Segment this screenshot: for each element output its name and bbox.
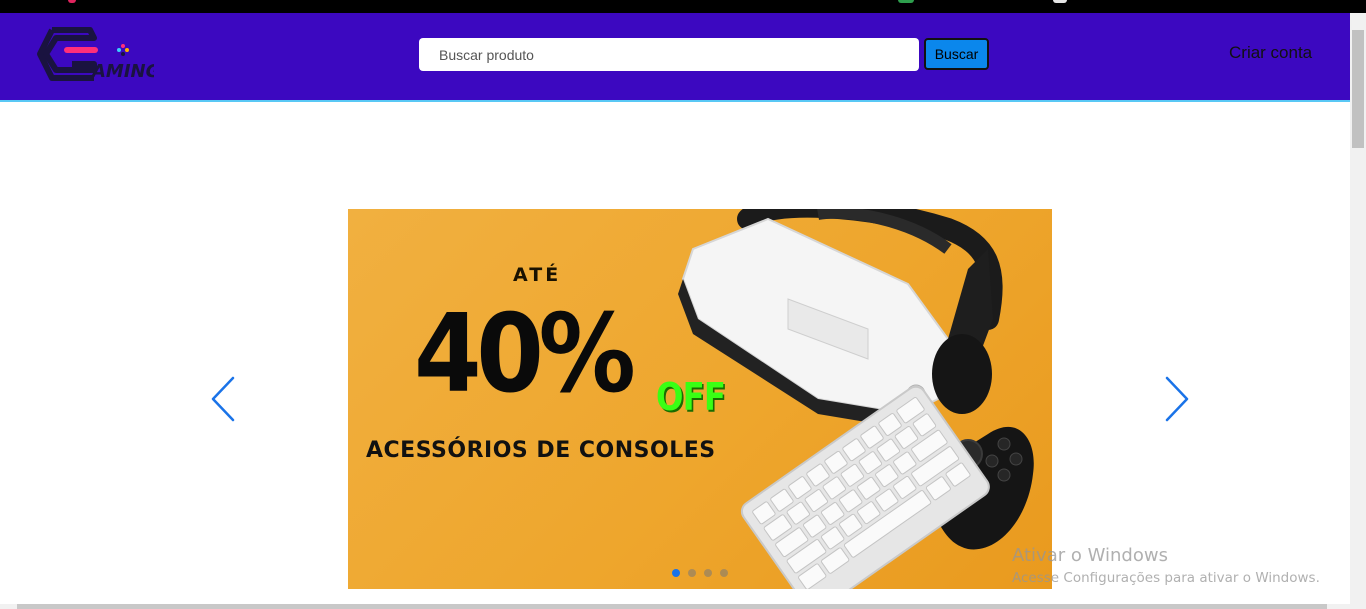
horizontal-scrollbar[interactable] — [0, 604, 1350, 609]
logo-pink-bar — [64, 47, 98, 53]
create-account-link[interactable]: Criar conta — [1229, 43, 1312, 63]
gamepad-button-2 — [1009, 452, 1023, 466]
banner-prefix: ATÉ — [513, 264, 562, 286]
site-header: AMING Buscar Criar conta — [0, 13, 1350, 102]
watermark-subtitle: Acesse Configurações para ativar o Windo… — [1012, 570, 1320, 586]
gamepad-button-3 — [985, 454, 999, 468]
logo-dot-pink — [121, 44, 125, 48]
vertical-scrollbar-thumb[interactable] — [1352, 30, 1364, 148]
banner-discount: 40% — [414, 292, 636, 417]
tab-indicator-red — [68, 0, 76, 3]
carousel-indicators — [672, 569, 728, 577]
vertical-scrollbar[interactable] — [1350, 13, 1366, 609]
banner-subtitle: ACESSÓRIOS DE CONSOLES — [366, 438, 716, 463]
logo-dot-orange — [125, 48, 129, 52]
windows-activation-watermark: Ativar o Windows Acesse Configurações pa… — [1012, 545, 1320, 586]
gaming-logo[interactable]: AMING — [32, 26, 154, 81]
search-input[interactable] — [419, 38, 919, 71]
tab-indicator-green — [898, 0, 914, 3]
carousel-prev-button[interactable] — [209, 375, 239, 423]
carousel-indicator-2[interactable] — [688, 569, 696, 577]
tab-indicator-white — [1053, 0, 1067, 3]
chevron-right-icon — [1165, 376, 1189, 422]
logo-dot-navy — [121, 52, 125, 56]
carousel-indicator-3[interactable] — [704, 569, 712, 577]
carousel-next-button[interactable] — [1161, 375, 1191, 423]
carousel-slide[interactable]: ATÉ 40% OFF ACESSÓRIOS DE CONSOLES — [348, 209, 1052, 589]
gamepad-button-1 — [997, 437, 1011, 451]
chevron-left-icon — [211, 376, 235, 422]
search-button[interactable]: Buscar — [924, 38, 989, 70]
carousel-indicator-4[interactable] — [720, 569, 728, 577]
gamepad-grip — [932, 334, 992, 414]
browser-top-strip — [0, 0, 1366, 13]
gamepad-button-4 — [997, 468, 1011, 482]
logo-dot-cyan — [117, 48, 121, 52]
carousel-indicator-1[interactable] — [672, 569, 680, 577]
watermark-title: Ativar o Windows — [1012, 545, 1168, 566]
logo-text: AMING — [90, 61, 154, 81]
banner-off-label: OFF — [656, 375, 726, 419]
horizontal-scrollbar-thumb[interactable] — [17, 604, 1327, 609]
